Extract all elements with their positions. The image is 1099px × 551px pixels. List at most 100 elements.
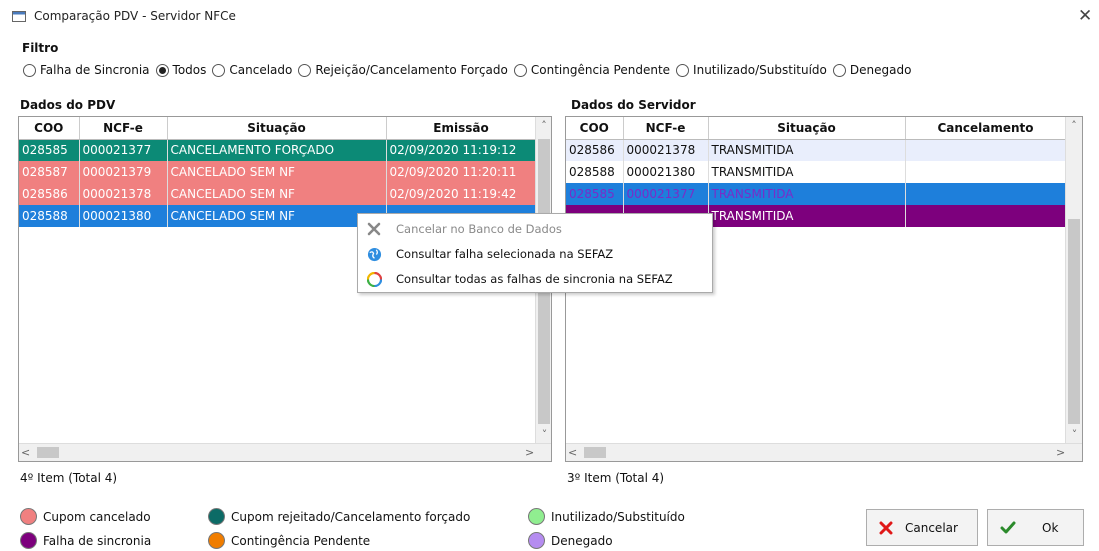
pdv-col-emissao[interactable]: Emissão (386, 117, 537, 140)
scroll-right-icon[interactable]: > (525, 446, 534, 459)
ok-button[interactable]: Ok (987, 509, 1084, 546)
cell-coo: 028585 (566, 183, 624, 205)
server-col-ncfe[interactable]: NCF-e (623, 117, 709, 140)
cell-emissao: 02/09/2020 11:20:11 (386, 161, 537, 183)
server-horizontal-scrollbar[interactable]: < > (566, 443, 1082, 461)
cell-ncfe: 000021380 (79, 205, 168, 227)
legend-swatch (208, 508, 225, 525)
cell-situacao: CANCELADO SEM NF (167, 161, 387, 183)
scroll-thumb[interactable] (1068, 219, 1080, 424)
cell-situacao: TRANSMITIDA (708, 183, 906, 205)
hscroll-thumb[interactable] (584, 447, 606, 458)
cell-ncfe: 000021377 (79, 139, 168, 161)
cell-coo: 028587 (19, 161, 80, 183)
cell-emissao: 02/09/2020 11:19:42 (386, 183, 537, 205)
pdv-header-row: COO NCF-e Situação Emissão (19, 117, 537, 140)
context-menu: Cancelar no Banco de Dados Consultar fal… (357, 213, 713, 293)
scroll-down-icon[interactable]: ˅ (1066, 426, 1082, 443)
pdv-col-ncfe[interactable]: NCF-e (79, 117, 168, 140)
server-status-text: 3º Item (Total 4) (567, 471, 665, 485)
radio-circle[interactable] (832, 63, 846, 77)
radio-circle-selected[interactable] (155, 63, 169, 77)
scroll-left-icon[interactable]: < (21, 446, 30, 459)
legend-swatch (528, 532, 545, 549)
scroll-down-icon[interactable]: ˅ (536, 426, 551, 443)
server-header-row: COO NCF-e Situação Cancelamento (566, 117, 1067, 140)
legend-swatch (208, 532, 225, 549)
scroll-left-icon[interactable]: < (568, 446, 577, 459)
server-col-coo[interactable]: COO (566, 117, 624, 140)
scroll-up-icon[interactable]: ˄ (1066, 117, 1082, 134)
cell-emissao: 02/09/2020 11:19:12 (386, 139, 537, 161)
cell-cancelamento (905, 205, 1067, 227)
pdv-table-row[interactable]: 028586 000021378 CANCELADO SEM NF 02/09/… (19, 183, 537, 205)
menu-item-cancelar-banco[interactable]: Cancelar no Banco de Dados (358, 217, 712, 241)
radio-circle[interactable] (23, 63, 36, 77)
server-col-cancelamento[interactable]: Cancelamento (905, 117, 1067, 140)
pdv-col-situacao[interactable]: Situação (167, 117, 387, 140)
pdv-col-coo[interactable]: COO (19, 117, 80, 140)
scroll-right-icon[interactable]: > (1056, 446, 1065, 459)
legend-contingencia-pendente: Contingência Pendente (208, 532, 370, 549)
cell-coo: 028586 (566, 139, 624, 161)
cell-situacao: CANCELADO SEM NF (167, 205, 387, 227)
legend-cupom-cancelado: Cupom cancelado (20, 508, 151, 525)
cell-ncfe: 000021380 (623, 161, 709, 183)
checkmark-icon (1000, 521, 1016, 535)
cell-coo: 028586 (19, 183, 80, 205)
scroll-up-icon[interactable]: ˄ (536, 117, 551, 134)
server-panel-label: Dados do Servidor (571, 98, 696, 112)
cell-ncfe: 000021378 (79, 183, 168, 205)
radio-cancelado[interactable]: Cancelado (212, 63, 292, 77)
cell-situacao: TRANSMITIDA (708, 205, 906, 227)
radio-todos[interactable]: Todos (155, 63, 206, 77)
radio-contingencia[interactable]: Contingência Pendente (513, 63, 670, 77)
radio-circle[interactable] (212, 63, 226, 77)
window-title: Comparação PDV - Servidor NFCe (34, 9, 236, 23)
legend-denegado: Denegado (528, 532, 613, 549)
app-icon (12, 11, 26, 22)
radio-circle[interactable] (513, 63, 527, 77)
legend-falha-sincronia: Falha de sincronia (20, 532, 151, 549)
server-col-situacao[interactable]: Situação (708, 117, 906, 140)
cell-situacao: CANCELADO SEM NF (167, 183, 387, 205)
legend-swatch (20, 508, 37, 525)
menu-item-consultar-selecionada[interactable]: Consultar falha selecionada na SEFAZ (358, 242, 712, 266)
radio-denegado[interactable]: Denegado (832, 63, 911, 77)
pdv-table-row[interactable]: 028587 000021379 CANCELADO SEM NF 02/09/… (19, 161, 537, 183)
radio-falha-de-sincronia[interactable]: Falha de Sincronia (23, 63, 150, 77)
cell-situacao: TRANSMITIDA (708, 139, 906, 161)
cell-ncfe: 000021379 (79, 161, 168, 183)
cell-ncfe: 000021377 (623, 183, 709, 205)
radio-inutilizado[interactable]: Inutilizado/Substituído (676, 63, 827, 77)
cell-coo: 028588 (566, 161, 624, 183)
cell-ncfe: 000021378 (623, 139, 709, 161)
server-table-row-selected[interactable]: 028585 000021377 TRANSMITIDA (566, 183, 1067, 205)
menu-item-consultar-todas[interactable]: Consultar todas as falhas de sincronia n… (358, 267, 712, 291)
server-table: COO NCF-e Situação Cancelamento 028586 0… (566, 117, 1067, 227)
legend-inutilizado: Inutilizado/Substituído (528, 508, 685, 525)
pdv-status-text: 4º Item (Total 4) (20, 471, 118, 485)
server-table-row[interactable]: 028586 000021378 TRANSMITIDA (566, 139, 1067, 161)
globe-icon (366, 246, 382, 262)
cell-coo: 028585 (19, 139, 80, 161)
refresh-icon (366, 271, 382, 287)
cell-cancelamento (905, 139, 1067, 161)
pdv-horizontal-scrollbar[interactable]: < > (19, 443, 551, 461)
pdv-panel-label: Dados do PDV (20, 98, 116, 112)
cancel-button[interactable]: Cancelar (866, 509, 978, 546)
server-table-row[interactable]: 028588 000021380 TRANSMITIDA (566, 161, 1067, 183)
close-button[interactable]: ✕ (1078, 6, 1092, 26)
hscroll-thumb[interactable] (37, 447, 59, 458)
radio-circle[interactable] (298, 63, 312, 77)
legend-cupom-rejeitado: Cupom rejeitado/Cancelamento forçado (208, 508, 470, 525)
pdv-table: COO NCF-e Situação Emissão 028585 000021… (19, 117, 537, 227)
cell-situacao: CANCELAMENTO FORÇADO (167, 139, 387, 161)
x-icon (366, 221, 382, 237)
pdv-table-row[interactable]: 028585 000021377 CANCELAMENTO FORÇADO 02… (19, 139, 537, 161)
legend-swatch (20, 532, 37, 549)
server-vertical-scrollbar[interactable]: ˄ ˅ (1065, 117, 1082, 443)
radio-rejeicao[interactable]: Rejeição/Cancelamento Forçado (298, 63, 508, 77)
filter-label: Filtro (22, 41, 59, 55)
radio-circle[interactable] (676, 63, 690, 77)
